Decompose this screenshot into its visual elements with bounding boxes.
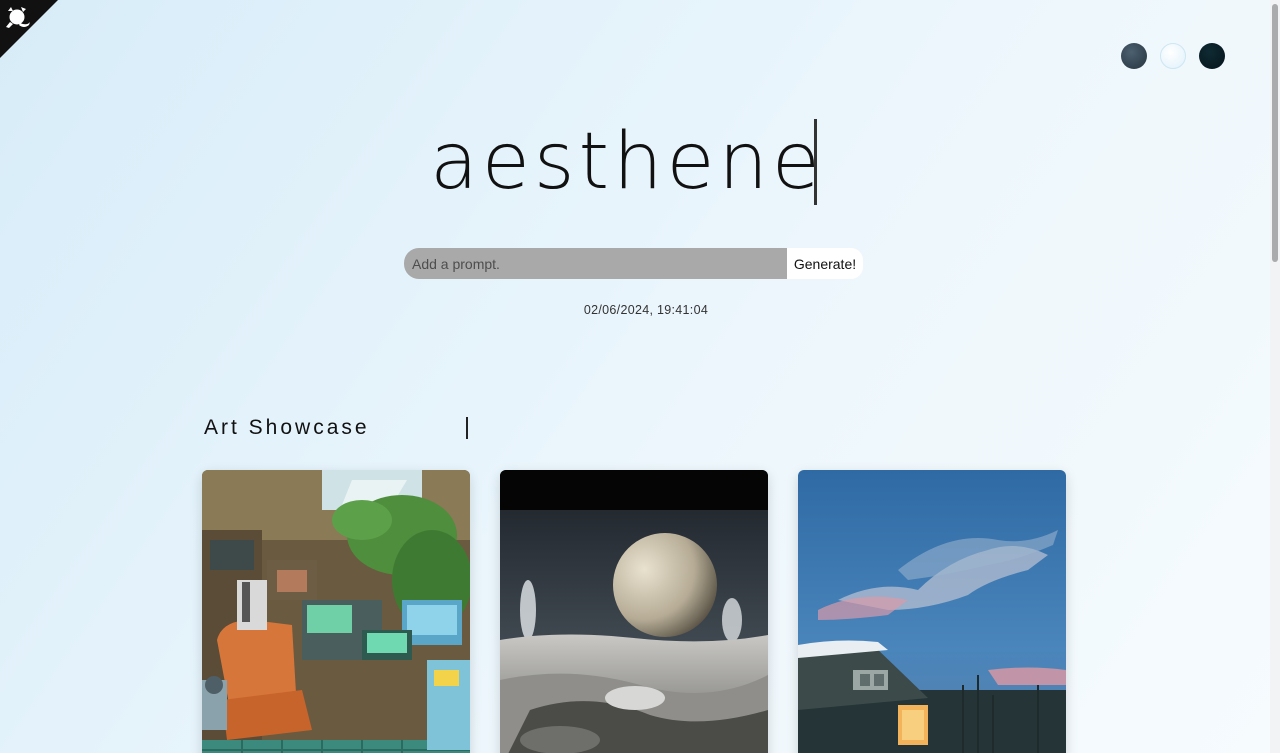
showcase-card-moon[interactable]	[500, 470, 768, 753]
scrollbar-thumb[interactable]	[1272, 4, 1278, 262]
timestamp: 02/06/2024, 19:41:04	[583, 303, 709, 317]
moon-artwork	[500, 470, 768, 753]
theme-dot-light[interactable]	[1160, 43, 1186, 69]
showcase-title: Art Showcase	[204, 416, 370, 439]
theme-dot-slate[interactable]	[1121, 43, 1147, 69]
showcase-card-workshop[interactable]	[202, 470, 470, 753]
cabin-artwork	[798, 470, 1066, 753]
github-octocat-icon	[0, 0, 58, 58]
showcase-card-cabin[interactable]	[798, 470, 1066, 753]
prompt-input[interactable]	[404, 248, 787, 279]
workshop-artwork	[202, 470, 470, 753]
github-corner-link[interactable]	[0, 0, 58, 58]
title-typing-cursor	[814, 119, 817, 205]
title-wrap: aesthene	[0, 112, 1270, 212]
theme-switcher	[1121, 43, 1225, 69]
generate-button[interactable]: Generate!	[787, 248, 863, 279]
page-scrollbar[interactable]	[1270, 0, 1280, 753]
theme-dot-dark[interactable]	[1199, 43, 1225, 69]
showcase-typing-cursor	[466, 417, 468, 439]
prompt-bar: Generate!	[404, 248, 863, 279]
app-title: aesthene	[430, 117, 824, 207]
